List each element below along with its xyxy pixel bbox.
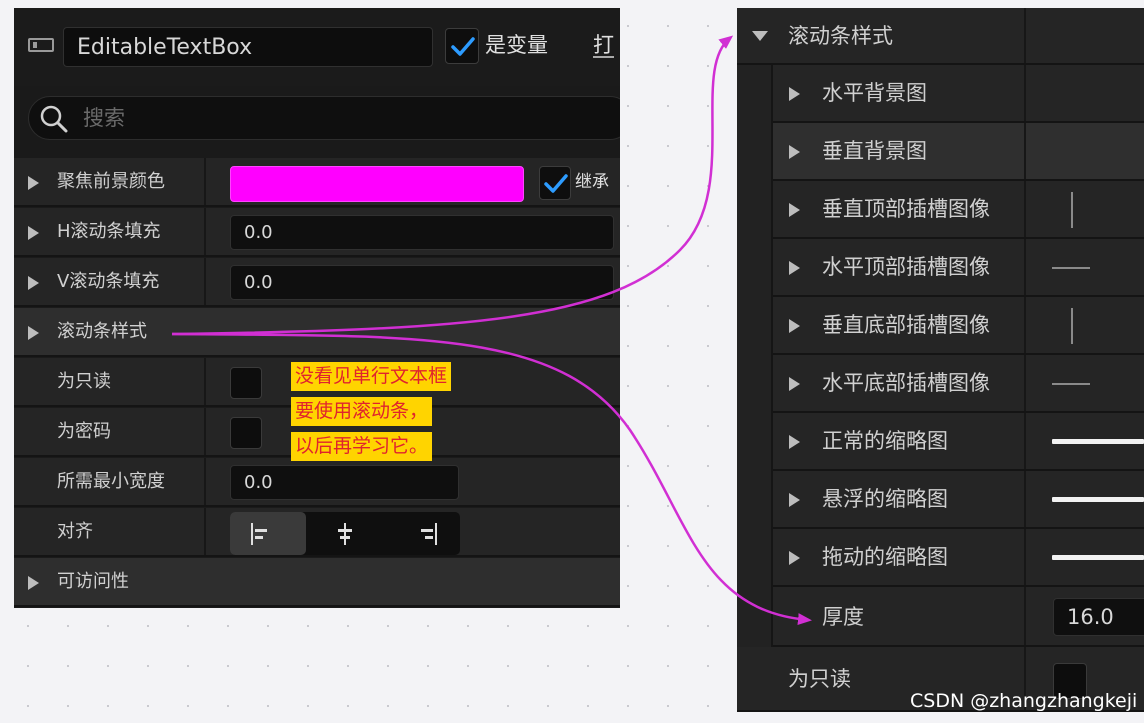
property-label: 对齐 bbox=[57, 521, 93, 542]
watermark: CSDN @zhangzhangkeji bbox=[910, 690, 1138, 712]
style-row-dragged-thumb: 拖动的缩略图 bbox=[773, 529, 1144, 587]
expand-arrow-icon[interactable] bbox=[28, 576, 39, 590]
expand-arrow-icon[interactable] bbox=[789, 377, 800, 391]
property-row-h-scrollbar-padding: H滚动条填充 bbox=[14, 208, 620, 257]
style-row-horizontal-background: 水平背景图 bbox=[773, 65, 1144, 123]
is-variable-label: 是变量 bbox=[485, 33, 548, 57]
property-label: 可访问性 bbox=[57, 571, 129, 592]
search-bar[interactable]: 搜索 bbox=[28, 96, 620, 140]
style-row-hovered-thumb: 悬浮的缩略图 bbox=[773, 471, 1144, 529]
details-panel-left: 是变量 打 搜索 聚焦前景颜色 继承 H滚动条填充 bbox=[14, 8, 620, 608]
scrollbar-style-group-header[interactable]: 滚动条样式 bbox=[737, 8, 1144, 65]
inherit-checkbox[interactable] bbox=[539, 166, 571, 200]
min-desired-width-input[interactable] bbox=[230, 465, 459, 500]
property-label: V滚动条填充 bbox=[57, 271, 160, 292]
details-header: 是变量 打 bbox=[14, 8, 620, 86]
expand-arrow-icon[interactable] bbox=[28, 276, 39, 290]
details-panel-right: 滚动条样式 水平背景图 垂直背景图 垂直顶部插槽图像 水平顶部插槽图像 垂直底部… bbox=[737, 8, 1144, 712]
style-row-horizontal-top-slot-image: 水平顶部插槽图像 bbox=[773, 239, 1144, 297]
property-label: 为密码 bbox=[57, 421, 111, 442]
is-variable-checkbox[interactable] bbox=[445, 28, 479, 64]
image-preview bbox=[1052, 497, 1144, 502]
property-row-justification: 对齐 bbox=[14, 508, 620, 557]
style-label: 正常的缩略图 bbox=[822, 429, 948, 453]
h-scrollbar-padding-input[interactable] bbox=[230, 215, 614, 250]
property-row-v-scrollbar-padding: V滚动条填充 bbox=[14, 258, 620, 307]
image-preview bbox=[1052, 555, 1144, 560]
expand-arrow-icon[interactable] bbox=[789, 145, 800, 159]
color-swatch[interactable] bbox=[230, 166, 524, 202]
group-label: 滚动条样式 bbox=[788, 24, 893, 48]
style-row-vertical-bottom-slot-image: 垂直底部插槽图像 bbox=[773, 297, 1144, 355]
property-label: H滚动条填充 bbox=[57, 221, 161, 242]
expand-arrow-icon[interactable] bbox=[28, 326, 39, 340]
expand-arrow-icon[interactable] bbox=[789, 319, 800, 333]
collapse-arrow-icon[interactable] bbox=[752, 31, 768, 41]
property-label: 聚焦前景颜色 bbox=[57, 171, 165, 192]
style-label: 垂直背景图 bbox=[822, 139, 927, 163]
expand-arrow-icon[interactable] bbox=[789, 493, 800, 507]
style-label: 悬浮的缩略图 bbox=[822, 487, 948, 511]
expand-arrow-icon[interactable] bbox=[789, 435, 800, 449]
annotation-line: 没看见单行文本框 bbox=[291, 362, 452, 391]
style-row-vertical-background: 垂直背景图 bbox=[773, 123, 1144, 181]
style-row-vertical-top-slot-image: 垂直顶部插槽图像 bbox=[773, 181, 1144, 239]
widget-type-icon bbox=[28, 38, 54, 52]
image-preview bbox=[1071, 308, 1073, 344]
search-placeholder: 搜索 bbox=[83, 106, 125, 130]
style-label: 拖动的缩略图 bbox=[822, 545, 948, 569]
style-row-thickness: 厚度 bbox=[773, 587, 1144, 647]
style-row-normal-thumb: 正常的缩略图 bbox=[773, 413, 1144, 471]
checkmark-icon bbox=[451, 37, 475, 56]
is-readonly-checkbox[interactable] bbox=[230, 367, 262, 399]
annotation-line: 以后再学习它。 bbox=[291, 432, 433, 461]
right-align-icon bbox=[421, 523, 437, 545]
expand-arrow-icon[interactable] bbox=[28, 226, 39, 240]
style-label: 垂直底部插槽图像 bbox=[822, 313, 990, 337]
annotation-line: 要使用滚动条， bbox=[291, 397, 433, 426]
toolbar-button-clipped[interactable]: 打 bbox=[593, 35, 614, 58]
inherit-label: 继承 bbox=[575, 172, 609, 192]
property-label: 滚动条样式 bbox=[57, 321, 147, 342]
expand-arrow-icon[interactable] bbox=[789, 203, 800, 217]
style-label: 水平底部插槽图像 bbox=[822, 371, 990, 395]
property-label: 为只读 bbox=[57, 371, 111, 392]
expand-arrow-icon[interactable] bbox=[789, 551, 800, 565]
expand-arrow-icon[interactable] bbox=[28, 176, 39, 190]
v-scrollbar-padding-input[interactable] bbox=[230, 265, 614, 300]
property-row-min-desired-width: 所需最小宽度 bbox=[14, 458, 620, 507]
image-preview bbox=[1052, 439, 1144, 444]
style-label: 水平背景图 bbox=[822, 81, 927, 105]
indent-guide bbox=[737, 65, 773, 647]
readonly-label: 为只读 bbox=[788, 667, 851, 691]
checkmark-icon bbox=[544, 174, 568, 193]
property-row-accessibility[interactable]: 可访问性 bbox=[14, 558, 620, 607]
thickness-label: 厚度 bbox=[822, 605, 864, 629]
widget-name-input[interactable] bbox=[63, 27, 433, 67]
left-align-icon bbox=[251, 523, 267, 545]
property-row-focused-foreground-color: 聚焦前景颜色 继承 bbox=[14, 158, 620, 207]
align-left-button[interactable] bbox=[230, 512, 306, 555]
style-label: 垂直顶部插槽图像 bbox=[822, 197, 990, 221]
image-preview bbox=[1052, 383, 1090, 385]
expand-arrow-icon[interactable] bbox=[789, 261, 800, 275]
style-label: 水平顶部插槽图像 bbox=[822, 255, 990, 279]
align-center-button[interactable] bbox=[307, 512, 383, 555]
center-align-icon bbox=[338, 523, 352, 545]
thickness-input[interactable] bbox=[1053, 598, 1144, 636]
search-icon bbox=[40, 105, 68, 133]
property-row-scrollbar-style[interactable]: 滚动条样式 bbox=[14, 308, 620, 357]
is-password-checkbox[interactable] bbox=[230, 417, 262, 449]
align-right-button[interactable] bbox=[384, 512, 460, 555]
style-row-horizontal-bottom-slot-image: 水平底部插槽图像 bbox=[773, 355, 1144, 413]
image-preview bbox=[1071, 192, 1073, 228]
expand-arrow-icon[interactable] bbox=[789, 87, 800, 101]
alignment-group bbox=[230, 512, 460, 555]
property-label: 所需最小宽度 bbox=[57, 471, 165, 492]
image-preview bbox=[1052, 267, 1090, 269]
